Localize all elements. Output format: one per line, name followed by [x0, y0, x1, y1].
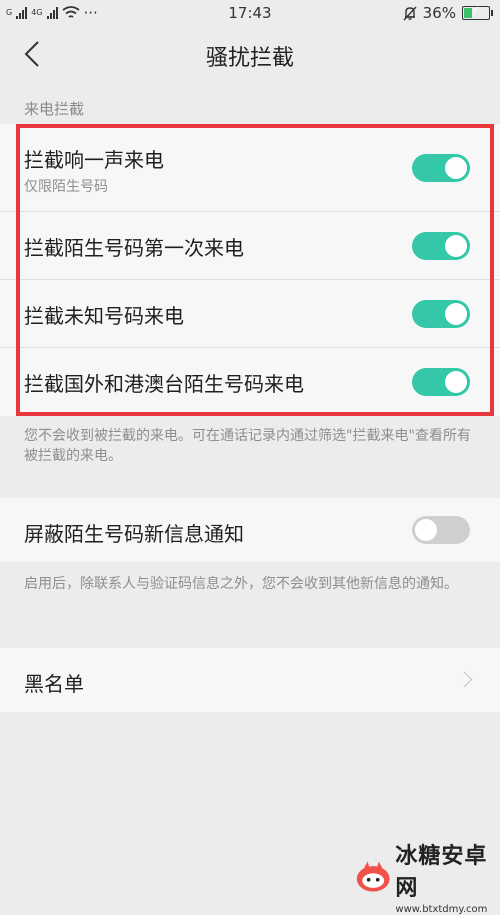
- toggle-knob: [445, 371, 467, 393]
- toggle-switch[interactable]: [412, 154, 470, 182]
- setting-title: 屏蔽陌生号码新信息通知: [24, 522, 244, 546]
- setting-row-ring-once[interactable]: 拦截响一声来电 仅限陌生号码: [0, 124, 500, 212]
- battery-icon: ⚡: [462, 4, 493, 20]
- setting-title: 拦截未知号码来电: [24, 304, 184, 328]
- setting-row-first-call[interactable]: 拦截陌生号码第一次来电: [0, 212, 500, 280]
- setting-row-overseas[interactable]: 拦截国外和港澳台陌生号码来电: [0, 348, 500, 416]
- toggle-switch[interactable]: [412, 300, 470, 328]
- setting-title: 拦截响一声来电: [24, 148, 164, 172]
- watermark-name: 冰糖安卓网: [395, 844, 488, 901]
- blacklist-group: 黑名单: [0, 648, 500, 712]
- chevron-right-icon: [456, 671, 473, 688]
- toggle-knob: [445, 303, 467, 325]
- setting-subtitle: 仅限陌生号码: [24, 179, 108, 195]
- watermark-logo-icon: [356, 861, 390, 892]
- sms-block-note: 启用后，除联系人与验证码信息之外，您不会收到其他新信息的通知。: [24, 576, 458, 592]
- watermark: 冰糖安卓网 www.btxtdmy.com: [355, 838, 500, 915]
- page-title: 骚扰拦截: [205, 46, 294, 71]
- watermark-url: www.btxtdmy.com: [395, 904, 488, 915]
- setting-title: 拦截国外和港澳台陌生号码来电: [24, 372, 304, 396]
- toggle-switch[interactable]: [412, 232, 470, 260]
- mute-bell-icon: [403, 6, 417, 20]
- toggle-knob: [445, 235, 467, 257]
- toggle-switch[interactable]: [412, 516, 470, 544]
- call-block-group: 拦截响一声来电 仅限陌生号码 拦截陌生号码第一次来电 拦截未知号码来电 拦截国外…: [0, 124, 500, 416]
- blacklist-row[interactable]: 黑名单: [0, 648, 500, 712]
- battery-percent: 36%: [422, 4, 456, 22]
- call-block-note: 您不会收到被拦截的来电。可在通话记录内通过筛选"拦截来电"查看所有被拦截的来电。: [24, 428, 471, 464]
- toggle-knob: [415, 519, 437, 541]
- title-bar: 骚扰拦截: [0, 26, 500, 82]
- toggle-switch[interactable]: [412, 368, 470, 396]
- blacklist-label: 黑名单: [24, 672, 84, 696]
- sms-block-group: 屏蔽陌生号码新信息通知: [0, 498, 500, 562]
- section-label-call: 来电拦截: [24, 100, 85, 118]
- setting-row-unknown-number[interactable]: 拦截未知号码来电: [0, 280, 500, 348]
- status-right: 36% ⚡: [403, 4, 493, 22]
- setting-row-sms-notify[interactable]: 屏蔽陌生号码新信息通知: [0, 498, 500, 562]
- toggle-knob: [445, 157, 467, 179]
- status-bar: G 4G ··· 17:43 36% ⚡: [0, 0, 500, 26]
- setting-title: 拦截陌生号码第一次来电: [24, 236, 244, 260]
